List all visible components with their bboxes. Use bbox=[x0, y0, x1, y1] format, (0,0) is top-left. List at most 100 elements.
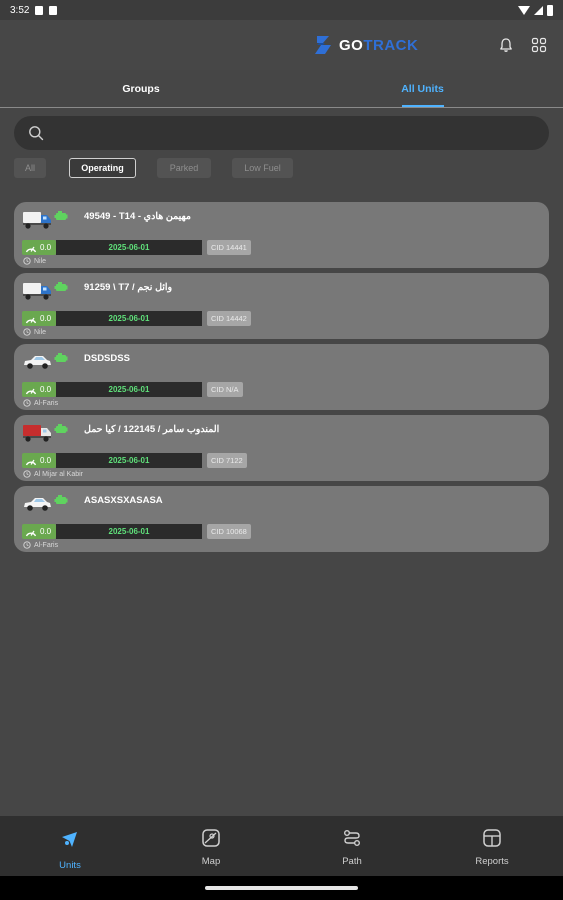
gotrack-logo-icon bbox=[315, 36, 331, 54]
system-gesture-area bbox=[0, 876, 563, 900]
engine-status-icon bbox=[54, 211, 68, 220]
filter-operating[interactable]: Operating bbox=[69, 158, 136, 178]
status-time: 3:52 bbox=[10, 4, 30, 16]
unit-card[interactable]: 91259 \ T7 / وائل نجم 0.0 2025-06-01 CID… bbox=[14, 273, 549, 339]
unit-location: Nile bbox=[23, 328, 46, 336]
bell-icon bbox=[500, 38, 512, 52]
unit-name: ASASXSXASASA bbox=[84, 495, 163, 506]
sd-card-icon bbox=[35, 5, 44, 15]
logo-text: GOTRACK bbox=[339, 37, 418, 54]
unit-name: DSDSDSS bbox=[84, 353, 130, 364]
unit-name: 49549 - T14 - مهيمن هادي bbox=[84, 211, 191, 222]
notifications-button[interactable] bbox=[496, 35, 516, 55]
last-update-date: 2025-06-01 bbox=[56, 453, 202, 468]
active-tab-indicator bbox=[402, 105, 444, 107]
tab-groups[interactable]: Groups bbox=[0, 70, 282, 108]
last-update-date: 2025-06-01 bbox=[56, 382, 202, 397]
battery-icon bbox=[547, 4, 553, 16]
apps-button[interactable] bbox=[529, 35, 549, 55]
path-icon bbox=[342, 828, 362, 848]
last-update-date: 2025-06-01 bbox=[56, 311, 202, 326]
gotrack-logo: GOTRACK bbox=[313, 34, 418, 56]
notification-dot-icon bbox=[49, 5, 58, 15]
filter-parked[interactable]: Parked bbox=[157, 158, 211, 178]
nav-path[interactable]: Path bbox=[282, 816, 422, 876]
speedometer-icon bbox=[25, 530, 37, 536]
speed-value: 0.0 bbox=[40, 314, 52, 323]
cid-badge: CID 10068 bbox=[207, 524, 251, 539]
bottom-navigation: Units Map Path Reports bbox=[0, 816, 563, 876]
unit-tabs: Groups All Units bbox=[0, 70, 563, 108]
clock-icon bbox=[23, 257, 31, 265]
location-name: Nile bbox=[34, 257, 47, 265]
truck-blue-icon bbox=[23, 283, 51, 300]
logo-text-go: GO bbox=[339, 36, 364, 54]
location-name: Al-Faris bbox=[34, 399, 59, 407]
speedometer-icon bbox=[25, 317, 37, 323]
speed-badge: 0.0 bbox=[22, 453, 56, 468]
nav-reports-label: Reports bbox=[475, 856, 509, 867]
engine-status-icon bbox=[54, 282, 68, 291]
search-input[interactable] bbox=[52, 126, 512, 140]
home-gesture-bar[interactable] bbox=[205, 886, 358, 890]
speedometer-icon bbox=[25, 246, 37, 252]
cid-badge: CID 14442 bbox=[207, 311, 251, 326]
status-bar: 3:52 bbox=[0, 0, 563, 20]
clock-icon bbox=[23, 470, 31, 478]
wifi-icon bbox=[518, 5, 530, 15]
unit-card[interactable]: ASASXSXASASA 0.0 2025-06-01 CID 10068 Al… bbox=[14, 486, 549, 552]
clock-icon bbox=[23, 399, 31, 407]
map-icon bbox=[201, 828, 221, 848]
speed-value: 0.0 bbox=[40, 456, 52, 465]
speed-badge: 0.0 bbox=[22, 240, 56, 255]
engine-status-icon bbox=[54, 424, 68, 433]
speed-value: 0.0 bbox=[40, 385, 52, 394]
unit-card[interactable]: DSDSDSS 0.0 2025-06-01 CID N/A Al-Faris bbox=[14, 344, 549, 410]
clock-icon bbox=[23, 541, 31, 549]
clock-icon bbox=[23, 328, 31, 336]
unit-location: Al Mijar al Kabir bbox=[23, 470, 83, 478]
engine-status-icon bbox=[54, 353, 68, 362]
location-name: Nile bbox=[34, 328, 47, 336]
app-header: GOTRACK bbox=[0, 20, 563, 70]
location-name: Al-Faris bbox=[34, 541, 59, 549]
unit-location: Al-Faris bbox=[23, 541, 58, 549]
speed-value: 0.0 bbox=[40, 243, 52, 252]
signal-icon bbox=[534, 5, 543, 15]
filter-low-fuel[interactable]: Low Fuel bbox=[232, 158, 293, 178]
speed-badge: 0.0 bbox=[22, 382, 56, 397]
search-icon bbox=[29, 126, 44, 141]
truck-red-icon bbox=[23, 425, 51, 442]
location-name: Al Mijar al Kabir bbox=[34, 470, 84, 478]
units-icon bbox=[60, 830, 80, 850]
grid-icon bbox=[531, 37, 547, 53]
speed-badge: 0.0 bbox=[22, 524, 56, 539]
nav-path-label: Path bbox=[342, 856, 362, 867]
engine-status-icon bbox=[54, 495, 68, 504]
tab-all-units[interactable]: All Units bbox=[282, 70, 563, 108]
cid-badge: CID N/A bbox=[207, 382, 243, 397]
unit-location: Al-Faris bbox=[23, 399, 58, 407]
nav-map-label: Map bbox=[201, 856, 221, 867]
filter-all[interactable]: All bbox=[14, 158, 46, 178]
nav-units[interactable]: Units bbox=[0, 816, 140, 876]
nav-map[interactable]: Map bbox=[141, 816, 281, 876]
speedometer-icon bbox=[25, 388, 37, 394]
nav-units-label: Units bbox=[59, 860, 81, 871]
cid-badge: CID 7122 bbox=[207, 453, 247, 468]
search-bar[interactable] bbox=[14, 116, 549, 150]
unit-card[interactable]: 49549 - T14 - مهيمن هادي 0.0 2025-06-01 … bbox=[14, 202, 549, 268]
logo-text-track: TRACK bbox=[363, 36, 419, 54]
speed-badge: 0.0 bbox=[22, 311, 56, 326]
unit-location: Nile bbox=[23, 257, 46, 265]
reports-icon bbox=[482, 828, 502, 848]
last-update-date: 2025-06-01 bbox=[56, 240, 202, 255]
unit-name: 91259 \ T7 / وائل نجم bbox=[84, 282, 173, 293]
car-white-icon bbox=[24, 356, 51, 369]
nav-reports[interactable]: Reports bbox=[422, 816, 562, 876]
cid-badge: CID 14441 bbox=[207, 240, 251, 255]
truck-blue-icon bbox=[23, 212, 51, 229]
unit-card[interactable]: المندوب سامر / 122145 / كيا حمل 0.0 2025… bbox=[14, 415, 549, 481]
car-white-icon bbox=[24, 498, 51, 511]
unit-name: المندوب سامر / 122145 / كيا حمل bbox=[84, 424, 220, 435]
